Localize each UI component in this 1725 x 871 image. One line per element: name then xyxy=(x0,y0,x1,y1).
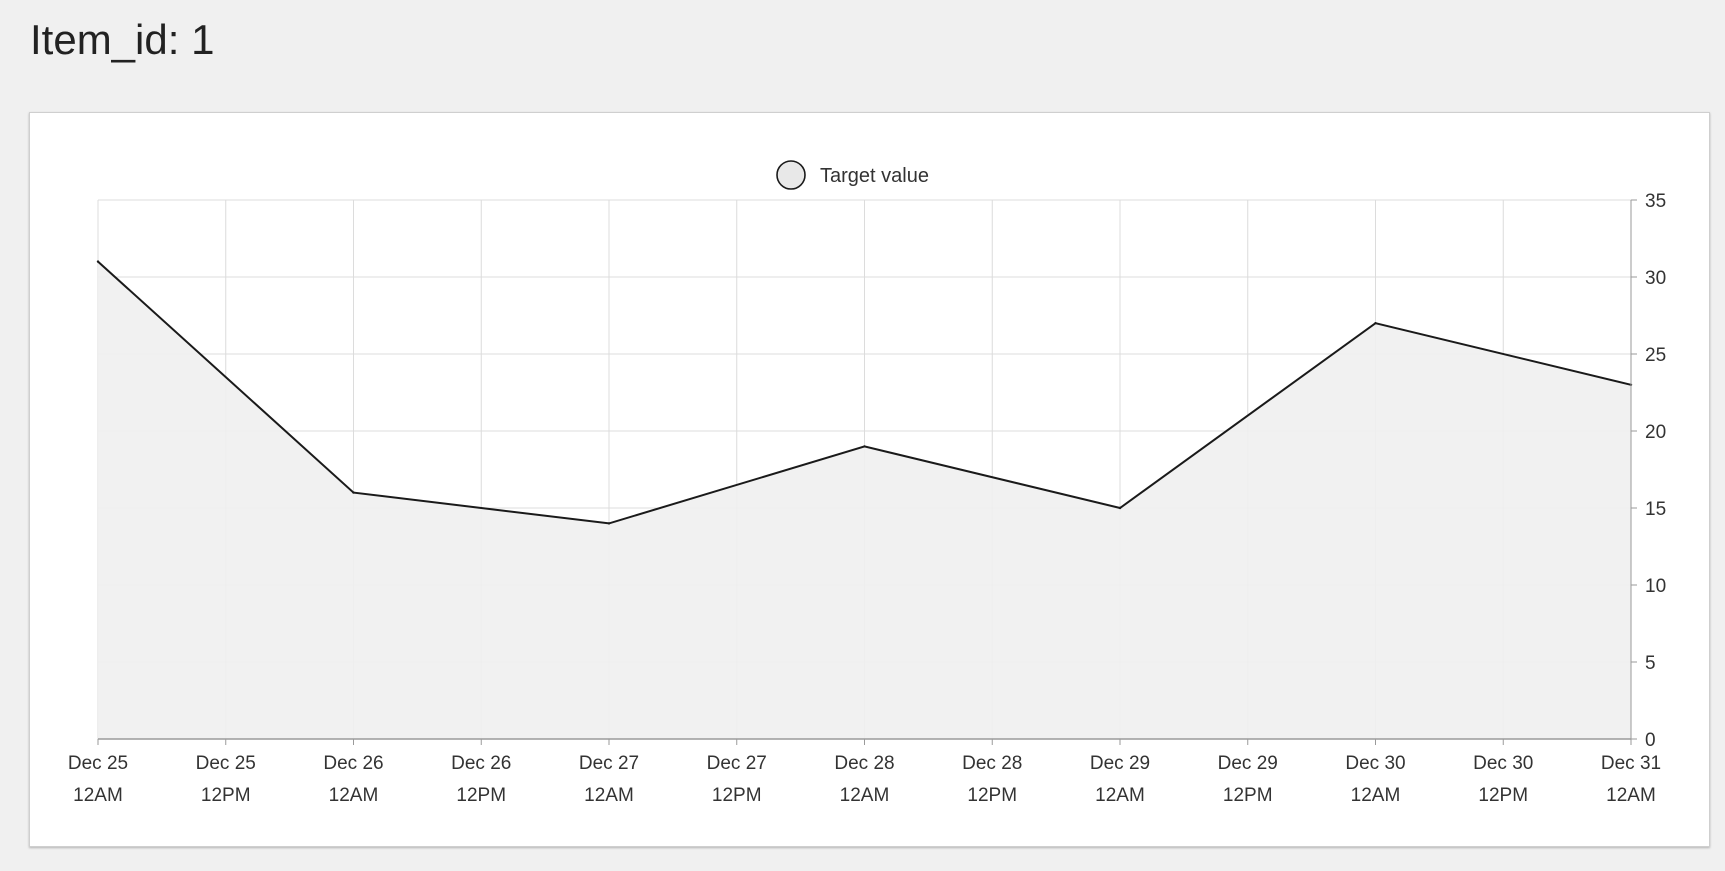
x-tick-label-date: Dec 26 xyxy=(323,753,383,774)
y-tick-label: 25 xyxy=(1645,345,1666,366)
data-point xyxy=(1374,322,1377,325)
x-tick-label-time: 12PM xyxy=(1478,785,1528,806)
x-tick-label-time: 12AM xyxy=(840,785,890,806)
data-point xyxy=(352,491,355,494)
x-tick-label-date: Dec 25 xyxy=(68,753,128,774)
x-tick-label-time: 12AM xyxy=(584,785,634,806)
data-point xyxy=(863,445,866,448)
x-tick-label-date: Dec 26 xyxy=(451,753,511,774)
x-tick-label-time: 12PM xyxy=(712,785,762,806)
x-tick-label-date: Dec 29 xyxy=(1218,753,1278,774)
data-point xyxy=(96,260,100,263)
legend-label[interactable]: Target value xyxy=(820,165,929,187)
y-tick-label: 35 xyxy=(1645,191,1666,212)
x-tick-label-time: 12AM xyxy=(329,785,379,806)
x-tick-label-date: Dec 28 xyxy=(834,753,894,774)
legend[interactable]: Target value xyxy=(776,160,929,190)
line-chart: 0 5 10 15 20 25 30 35 Dec 25 12AM Dec 25 12PM Dec 26… xyxy=(68,160,1666,806)
y-tick-label: 5 xyxy=(1645,653,1656,674)
y-tick-label: 30 xyxy=(1645,268,1666,289)
y-tick-label: 15 xyxy=(1645,499,1666,520)
x-tick-label-time: 12AM xyxy=(1351,785,1401,806)
legend-marker-icon[interactable] xyxy=(776,160,806,190)
x-tick-label-date: Dec 29 xyxy=(1090,753,1150,774)
x-tick-label-date: Dec 28 xyxy=(962,753,1022,774)
page-title: Item_id: 1 xyxy=(30,16,215,63)
x-tick-label-time: 12AM xyxy=(73,785,123,806)
x-tick-label-time: 12PM xyxy=(967,785,1017,806)
x-tick-label-date: Dec 30 xyxy=(1473,753,1533,774)
x-tick-label-time: 12PM xyxy=(456,785,506,806)
y-tick-label: 0 xyxy=(1645,730,1656,751)
y-tick-label: 20 xyxy=(1645,422,1666,443)
chart-container: 0 5 10 15 20 25 30 35 Dec 25 12AM Dec 25 12PM Dec 26… xyxy=(29,112,1710,847)
x-tick-label-date: Dec 27 xyxy=(579,753,639,774)
x-tick-label-date: Dec 31 xyxy=(1601,753,1661,774)
x-tick-label-date: Dec 25 xyxy=(196,753,256,774)
x-tick-label-time: 12AM xyxy=(1606,785,1656,806)
y-tick-label: 10 xyxy=(1645,576,1666,597)
x-tick-label-time: 12PM xyxy=(1223,785,1273,806)
data-point xyxy=(607,522,611,525)
x-tick-label-date: Dec 30 xyxy=(1345,753,1405,774)
x-tick-label-date: Dec 27 xyxy=(707,753,767,774)
x-tick-label-time: 12PM xyxy=(201,785,251,806)
x-tick-label-time: 12AM xyxy=(1095,785,1145,806)
data-point xyxy=(1118,506,1122,510)
